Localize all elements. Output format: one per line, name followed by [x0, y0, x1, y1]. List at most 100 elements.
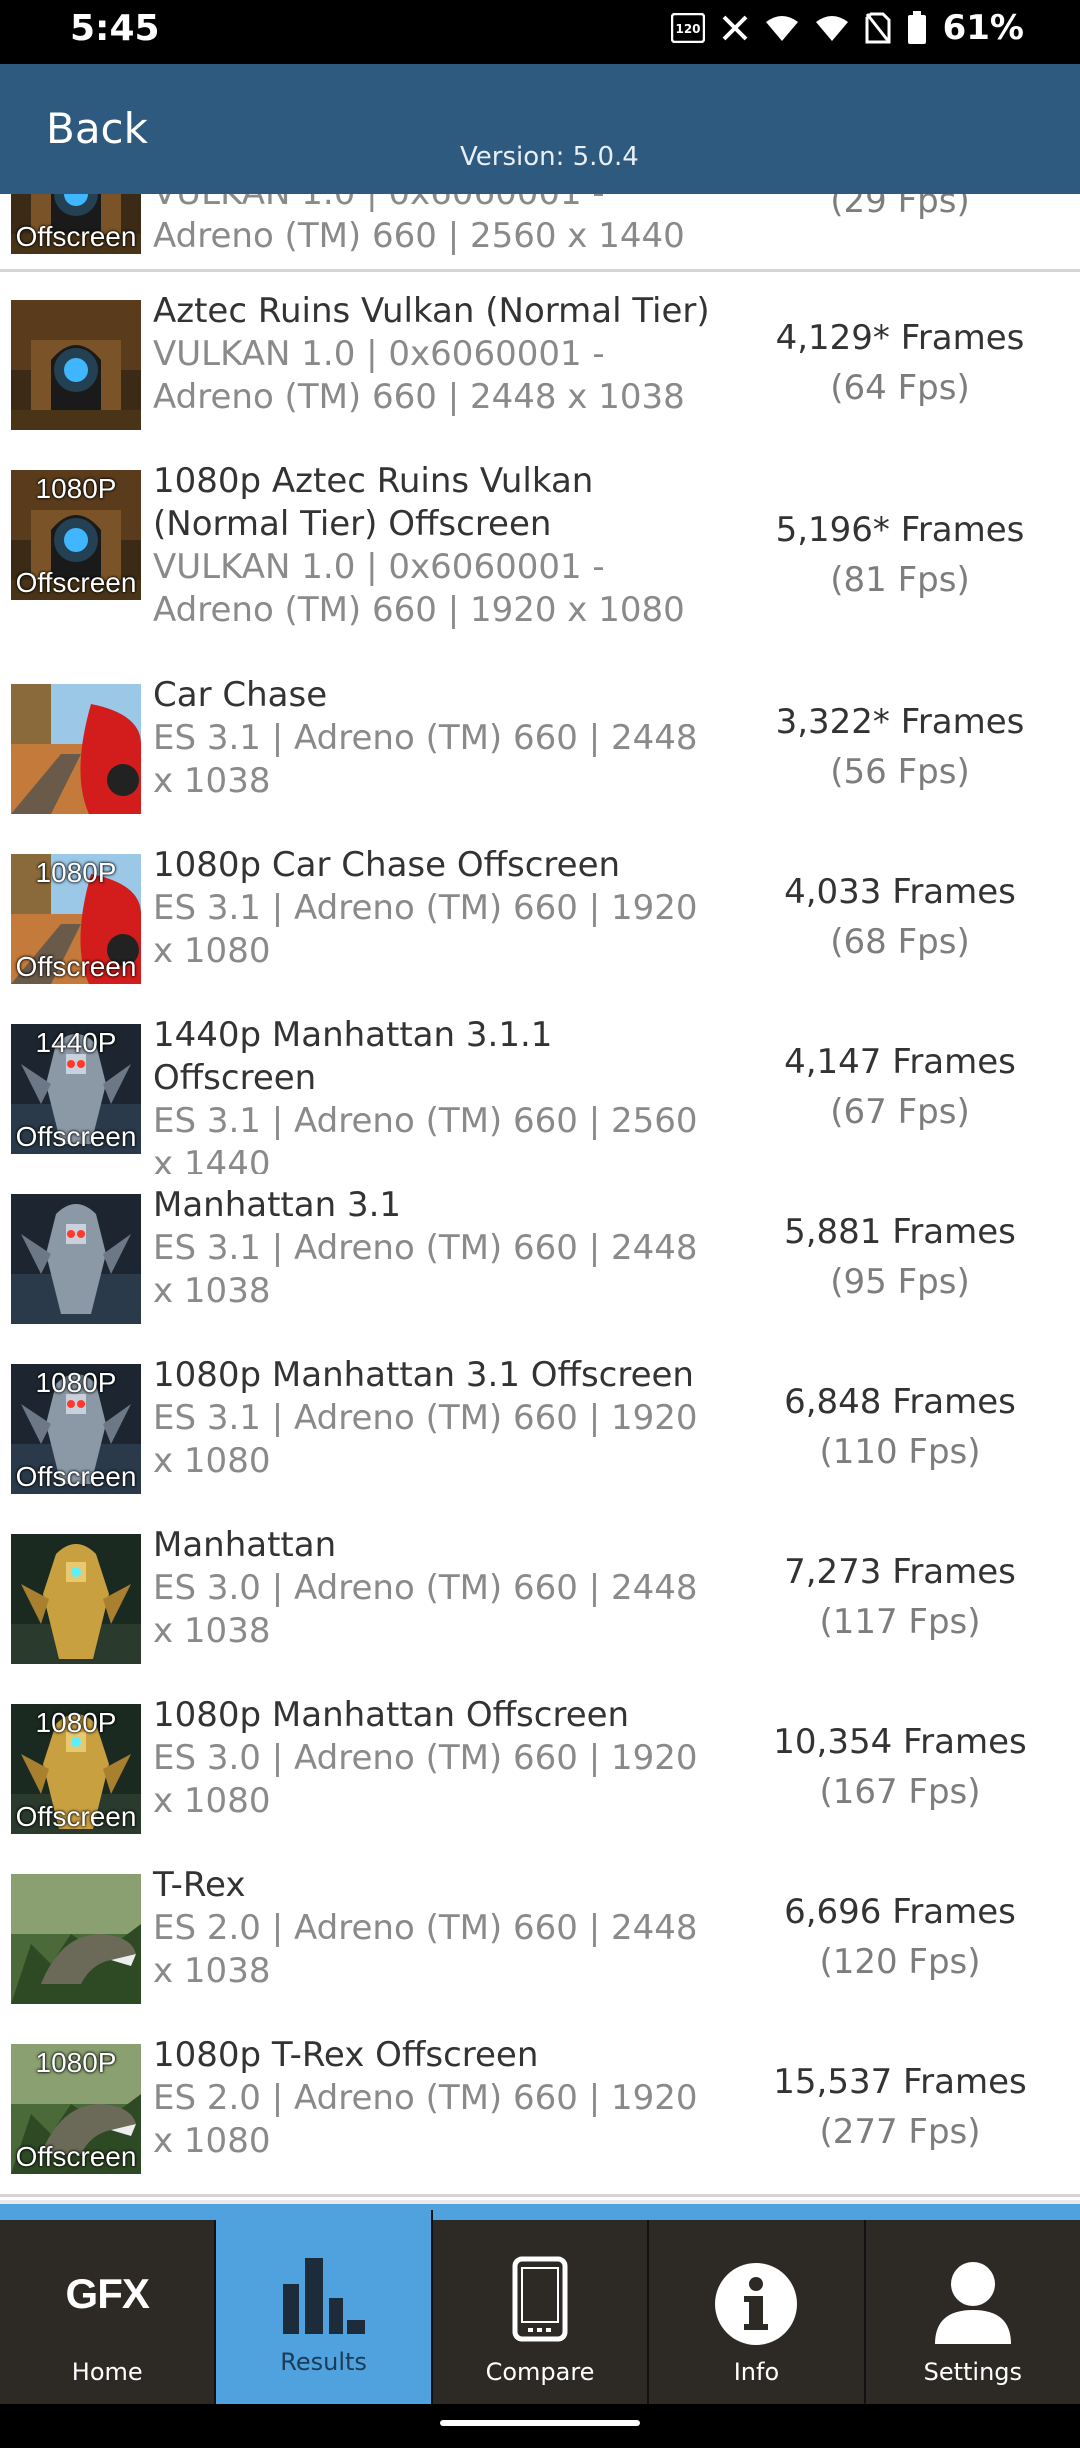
result-row[interactable]: Offscreen VULKAN 1.0 | 0x6060001 - Adreno… [0, 194, 1080, 272]
score-fps: (117 Fps) [819, 1602, 981, 1642]
benchmark-score: 5,881 Frames (95 Fps) [740, 1207, 1060, 1307]
benchmark-thumbnail [11, 684, 141, 814]
resolution-badge: 1080P [35, 2047, 117, 2078]
benchmark-details: ES 3.1 | Adreno (TM) 660 | 2448 x 1038 [153, 718, 698, 801]
offscreen-badge: Offscreen [15, 1121, 137, 1152]
resolution-badge: 1080P [35, 1367, 117, 1398]
result-row[interactable]: Manhattan ES 3.0 | Adreno (TM) 660 | 2448… [0, 1514, 1080, 1687]
result-text: Manhattan ES 3.0 | Adreno (TM) 660 | 2448… [153, 1524, 713, 1653]
benchmark-score: 15,537 Frames (277 Fps) [740, 2057, 1060, 2157]
benchmark-thumbnail: 1080P Offscreen [11, 1704, 141, 1834]
result-text: VULKAN 1.0 | 0x6060001 - Adreno (TM) 660… [153, 194, 713, 258]
x-app-icon [721, 14, 749, 42]
benchmark-title: 1080p Aztec Ruins Vulkan (Normal Tier) O… [153, 461, 594, 544]
result-row[interactable]: T-Rex ES 2.0 | Adreno (TM) 660 | 2448 x 1… [0, 1854, 1080, 2027]
benchmark-score: 7,273 Frames (117 Fps) [740, 1547, 1060, 1647]
score-fps: (68 Fps) [830, 922, 970, 962]
benchmark-details: ES 3.1 | Adreno (TM) 660 | 1920 x 1080 [153, 1398, 698, 1481]
benchmark-details: VULKAN 1.0 | 0x6060001 - Adreno (TM) 660… [153, 547, 685, 630]
benchmark-details: ES 3.0 | Adreno (TM) 660 | 1920 x 1080 [153, 1738, 698, 1821]
result-row[interactable]: 1080P Offscreen 1080p Manhattan 3.1 Offscr… [0, 1344, 1080, 1517]
app-version: Version: 5.0.4 [460, 142, 639, 172]
home-gesture-handle[interactable] [440, 2420, 640, 2426]
offscreen-badge: Offscreen [15, 2141, 137, 2172]
result-row[interactable]: 1440P Offscreen 1440p Manhattan 3.1.1 Offs… [0, 1004, 1080, 1184]
gfx-logo-icon: GFX [65, 2270, 150, 2317]
app-header: Back Version: 5.0.4 [0, 64, 1080, 194]
benchmark-title: Manhattan 3.1 [153, 1185, 402, 1225]
score-fps: (110 Fps) [819, 1432, 981, 1472]
nav-results[interactable]: Results [216, 2210, 433, 2404]
benchmark-title: 1080p T-Rex Offscreen [153, 2035, 539, 2075]
nav-settings[interactable]: Settings [866, 2220, 1080, 2404]
phone-icon [512, 2256, 568, 2346]
benchmark-thumbnail: 1080P Offscreen [11, 2044, 141, 2174]
resolution-badge: 1080P [35, 857, 117, 888]
nav-home-label: Home [71, 2358, 143, 2386]
result-row[interactable]: 1080P Offscreen 1080p Aztec Ruins Vulkan (… [0, 450, 1080, 667]
benchmark-score: 4,033 Frames (68 Fps) [740, 867, 1060, 967]
result-row[interactable]: Aztec Ruins Vulkan (Normal Tier) VULKAN 1… [0, 280, 1080, 453]
benchmark-title: Car Chase [153, 675, 328, 715]
result-row[interactable]: Manhattan 3.1 ES 3.1 | Adreno (TM) 660 | … [0, 1174, 1080, 1347]
benchmark-score: 5,196* Frames (81 Fps) [740, 505, 1060, 605]
result-row[interactable]: 1080P Offscreen 1080p T-Rex Offscreen ES 2.… [0, 2024, 1080, 2197]
result-row[interactable]: 1080P Offscreen 1080p Car Chase Offscreen E… [0, 834, 1080, 1007]
score-frames: 10,354 Frames [773, 1722, 1027, 1762]
result-text: 1440p Manhattan 3.1.1 Offscreen ES 3.1 | … [153, 1014, 713, 1186]
offscreen-badge: Offscreen [15, 221, 137, 252]
benchmark-details: ES 3.0 | Adreno (TM) 660 | 2448 x 1038 [153, 1568, 698, 1651]
benchmark-thumbnail: 1080P Offscreen [11, 1364, 141, 1494]
resolution-badge: 1440P [35, 1027, 117, 1058]
score-frames: 7,273 Frames [784, 1552, 1016, 1592]
benchmark-thumbnail: Offscreen [11, 194, 141, 254]
back-button[interactable]: Back [46, 104, 148, 153]
bottom-nav: GFX Home Results Compare Info Settings [0, 2210, 1080, 2404]
resolution-badge: 1080P [35, 473, 117, 504]
svg-text:120: 120 [675, 22, 700, 36]
results-list[interactable]: Offscreen VULKAN 1.0 | 0x6060001 - Adreno… [0, 194, 1080, 2204]
score-frames: 6,696 Frames [784, 1892, 1016, 1932]
score-fps: (120 Fps) [819, 1942, 981, 1982]
benchmark-score: 4,147 Frames (67 Fps) [740, 1037, 1060, 1137]
nav-settings-label: Settings [923, 2358, 1023, 2386]
nav-compare[interactable]: Compare [433, 2220, 650, 2404]
score-fps: (64 Fps) [830, 368, 970, 408]
benchmark-details: VULKAN 1.0 | 0x6060001 - Adreno (TM) 660… [153, 334, 685, 417]
nav-home[interactable]: GFX Home [0, 2220, 217, 2404]
benchmark-title: 1080p Car Chase Offscreen [153, 845, 621, 885]
result-text: Aztec Ruins Vulkan (Normal Tier) VULKAN 1… [153, 290, 713, 419]
benchmark-thumbnail: 1080P Offscreen [11, 470, 141, 600]
offscreen-badge: Offscreen [15, 1461, 137, 1492]
offscreen-badge: Offscreen [15, 567, 137, 598]
nav-info[interactable]: Info [649, 2220, 866, 2404]
no-sim-icon [865, 12, 891, 44]
benchmark-thumbnail: 1440P Offscreen [11, 1024, 141, 1154]
signal-icon [815, 14, 849, 42]
benchmark-details: ES 3.1 | Adreno (TM) 660 | 1920 x 1080 [153, 888, 698, 971]
score-fps: (167 Fps) [819, 1772, 981, 1812]
battery-percent: 61% [942, 8, 1024, 48]
offscreen-badge: Offscreen [15, 951, 137, 982]
score-fps: (95 Fps) [830, 1262, 970, 1302]
benchmark-title: T-Rex [153, 1865, 246, 1905]
benchmark-score: (29 Fps) [740, 194, 1060, 226]
benchmark-details: ES 3.1 | Adreno (TM) 660 | 2448 x 1038 [153, 1228, 698, 1311]
benchmark-title: Manhattan [153, 1525, 337, 1565]
benchmark-score: 4,129* Frames (64 Fps) [740, 313, 1060, 413]
score-fps: (277 Fps) [819, 2112, 981, 2152]
benchmark-title: 1440p Manhattan 3.1.1 Offscreen [153, 1015, 553, 1098]
nav-info-label: Info [733, 2358, 780, 2386]
score-fps: (67 Fps) [830, 1092, 970, 1132]
score-frames: 5,881 Frames [784, 1212, 1016, 1252]
benchmark-details: ES 2.0 | Adreno (TM) 660 | 2448 x 1038 [153, 1908, 698, 1991]
result-text: 1080p Car Chase Offscreen ES 3.1 | Adreno… [153, 844, 713, 973]
benchmark-thumbnail [11, 300, 141, 430]
result-row[interactable]: 1080P Offscreen 1080p Manhattan Offscreen E… [0, 1684, 1080, 1857]
benchmark-details: ES 2.0 | Adreno (TM) 660 | 1920 x 1080 [153, 2078, 698, 2161]
result-text: 1080p Manhattan Offscreen ES 3.0 | Adreno… [153, 1694, 713, 1823]
nav-accent-bar [0, 2204, 1080, 2220]
result-row[interactable]: Car Chase ES 3.1 | Adreno (TM) 660 | 2448… [0, 664, 1080, 837]
score-frames: 6,848 Frames [784, 1382, 1016, 1422]
status-time: 5:45 [70, 8, 160, 49]
